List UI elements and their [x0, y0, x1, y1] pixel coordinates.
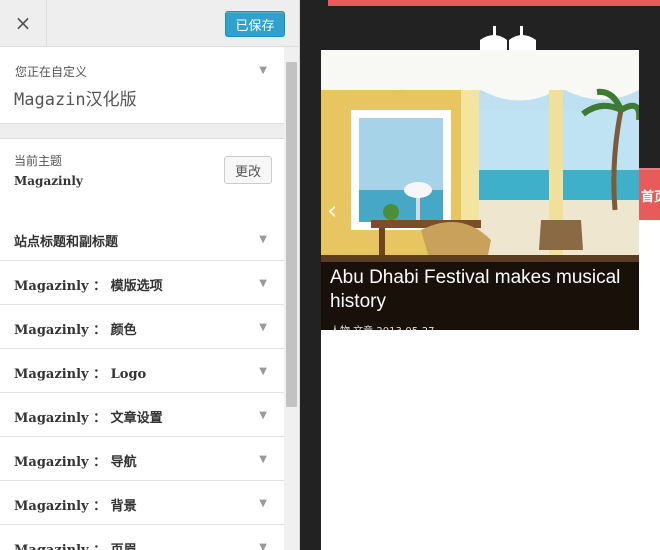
section-logo[interactable]: Magazinly ： Logo ▼ [0, 349, 284, 393]
close-icon: × [14, 11, 32, 35]
chevron-down-icon: ▼ [259, 234, 267, 245]
section-label: Magazinly ： 颜色 [14, 323, 137, 338]
section-navigation[interactable]: Magazinly ： 导航 ▼ [0, 437, 284, 481]
site-name: Magazin汉化版 [14, 90, 137, 110]
close-button[interactable]: × [0, 0, 47, 46]
section-label: Magazinly ： Logo [14, 367, 147, 382]
featured-slider[interactable]: ‹ Abu Dhabi Festival makes musical histo… [321, 50, 639, 330]
change-theme-button[interactable]: 更改 [224, 156, 272, 184]
section-label: Magazinly ： 背景 [14, 499, 137, 514]
section-label: Magazinly ： 导航 [14, 455, 137, 470]
section-colors[interactable]: Magazinly ： 颜色 ▼ [0, 305, 284, 349]
section-background[interactable]: Magazinly ： 背景 ▼ [0, 481, 284, 525]
nav-item-home[interactable]: 首页 [641, 186, 660, 205]
customizer-sidebar: × 已保存 您正在自定义 Magazin汉化版 ▼ 当前主题 Magazinly… [0, 0, 300, 550]
section-label: Magazinly ： 页眉 [14, 539, 137, 550]
top-accent-bar [328, 0, 660, 6]
section-site-title[interactable]: 站点标题和副标题 ▼ [0, 217, 284, 261]
chevron-down-icon: ▼ [259, 542, 267, 550]
theme-name: Magazinly [14, 174, 83, 188]
customizer-panel: 您正在自定义 Magazin汉化版 ▼ 当前主题 Magazinly 更改 站点… [0, 47, 284, 550]
section-label: Magazinly ： 文章设置 [14, 411, 163, 426]
chevron-down-icon: ▼ [259, 366, 267, 377]
chevron-down-icon: ▼ [259, 322, 267, 333]
slide-title[interactable]: Abu Dhabi Festival makes musical history [330, 266, 630, 314]
customizer-header: × 已保存 [0, 0, 299, 47]
section-header[interactable]: Magazinly ： 页眉 ▼ [0, 525, 284, 550]
chevron-down-icon: ▼ [259, 278, 267, 289]
saved-button[interactable]: 已保存 [225, 11, 285, 37]
chevron-down-icon: ▼ [259, 454, 267, 465]
chevron-down-icon[interactable]: ▼ [259, 65, 267, 76]
customizer-sections: 站点标题和副标题 ▼ Magazinly ： 模版选项 ▼ Magazinly … [0, 217, 284, 550]
section-post-settings[interactable]: Magazinly ： 文章设置 ▼ [0, 393, 284, 437]
slide-meta: 人物 文章 2013-05-27 [330, 322, 434, 330]
customizing-label: 您正在自定义 [15, 65, 88, 79]
section-label: Magazinly ： 模版选项 [14, 279, 163, 294]
customizing-info[interactable]: 您正在自定义 Magazin汉化版 ▼ [0, 47, 284, 124]
section-label: 站点标题和副标题 [14, 235, 119, 250]
current-theme-label: 当前主题 [14, 154, 63, 168]
chevron-left-icon[interactable]: ‹ [327, 196, 337, 226]
chevron-down-icon: ▼ [259, 498, 267, 509]
site-preview: agazine news 视频 评论 ⌄ 博客 首页 [300, 0, 660, 550]
scrollbar-thumb[interactable] [286, 62, 297, 407]
section-layout-options[interactable]: Magazinly ： 模版选项 ▼ [0, 261, 284, 305]
chevron-down-icon: ▼ [259, 410, 267, 421]
current-theme: 当前主题 Magazinly 更改 [0, 138, 284, 218]
slide-caption: Abu Dhabi Festival makes musical history… [321, 262, 639, 330]
